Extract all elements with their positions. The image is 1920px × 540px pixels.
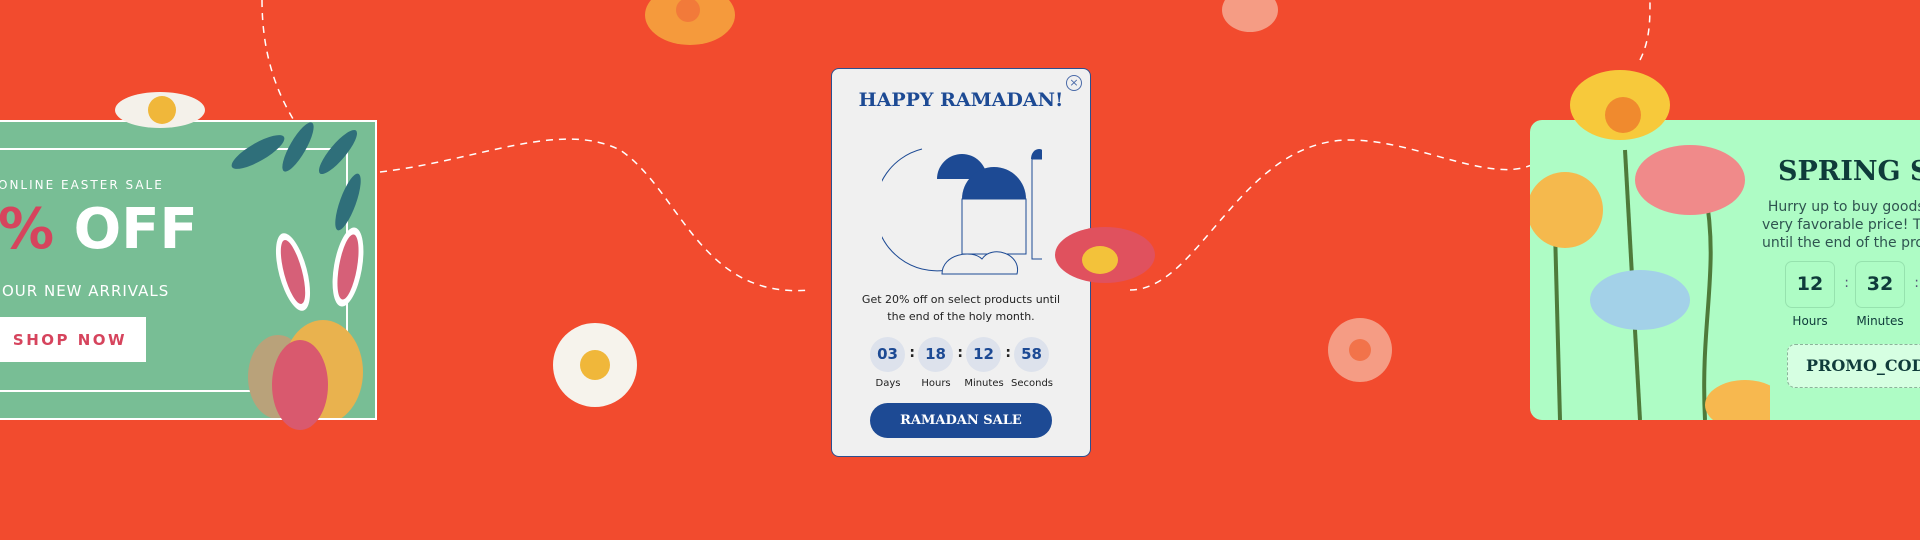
yellow-flower-decoration <box>1570 70 1670 140</box>
easter-arrivals-text: OUR NEW ARRIVALS <box>2 282 170 300</box>
easter-subtitle: ONLINE EASTER SALE <box>0 178 164 192</box>
hours-label: Hours <box>1792 314 1828 328</box>
hours-value: 18 <box>918 337 953 372</box>
peach-flower-decoration <box>1328 318 1392 382</box>
orange-flower-decoration <box>645 0 735 45</box>
countdown-hours: 12 Hours: <box>1785 261 1849 328</box>
flower-women-illustration <box>1530 145 1770 420</box>
spring-title: SPRING SALE <box>1778 156 1920 187</box>
ramadan-description: Get 20% off on select products until the… <box>861 293 1061 323</box>
promo-code-box[interactable]: PROMO_CODE <box>1787 344 1920 388</box>
mosque-illustration <box>882 148 1042 275</box>
pink-egg-decoration <box>272 340 328 430</box>
description-line: very favorable price! The offer is valid <box>1762 217 1920 233</box>
daisy-flower-decoration <box>553 323 637 407</box>
red-flower-decoration <box>1055 227 1155 283</box>
separator: : <box>1914 275 1919 291</box>
minutes-value: 12 <box>966 337 1001 372</box>
countdown-days: 03 Days: <box>870 337 915 389</box>
off-text: OFF <box>54 197 198 262</box>
description-line: until the end of the promotion <box>1762 235 1920 251</box>
minutes-value: 32 <box>1855 261 1905 308</box>
seconds-label: Seconds <box>1010 378 1053 389</box>
easter-discount: % OFF <box>0 200 198 260</box>
ramadan-sale-button[interactable]: RAMADAN SALE <box>870 403 1052 438</box>
separator: : <box>957 345 963 361</box>
ramadan-countdown: 03 Days: 18 Hours: 12 Minutes: 58 Seconds <box>870 337 1062 389</box>
hours-value: 12 <box>1785 261 1835 308</box>
spring-sale-card: SPRING SALE Hurry up to buy goods at a ve… <box>1530 120 1920 420</box>
percent-sign: % <box>0 197 55 262</box>
countdown-seconds: 58 Seconds <box>1011 337 1053 389</box>
countdown-minutes: 12 Minutes: <box>964 337 1011 389</box>
countdown-hours: 18 Hours: <box>918 337 963 389</box>
days-value: 03 <box>870 337 905 372</box>
separator: : <box>1005 345 1011 361</box>
description-line: Hurry up to buy goods at a <box>1767 199 1920 215</box>
spring-description: Hurry up to buy goods at a very favorable… <box>1762 198 1920 252</box>
spring-countdown: 12 Hours: 32 Minutes: <box>1785 261 1920 328</box>
ramadan-title: HAPPY RAMADAN! <box>858 89 1064 111</box>
separator: : <box>1844 275 1849 291</box>
minutes-label: Minutes <box>1856 314 1904 328</box>
peach-flower-decoration <box>1222 0 1278 32</box>
countdown-minutes: 32 Minutes: <box>1855 261 1919 328</box>
separator: : <box>909 345 915 361</box>
close-icon[interactable]: × <box>1066 75 1082 91</box>
shop-now-button[interactable]: SHOP NOW <box>0 317 146 362</box>
daisy-flower-decoration <box>115 92 205 128</box>
seconds-value: 58 <box>1014 337 1049 372</box>
